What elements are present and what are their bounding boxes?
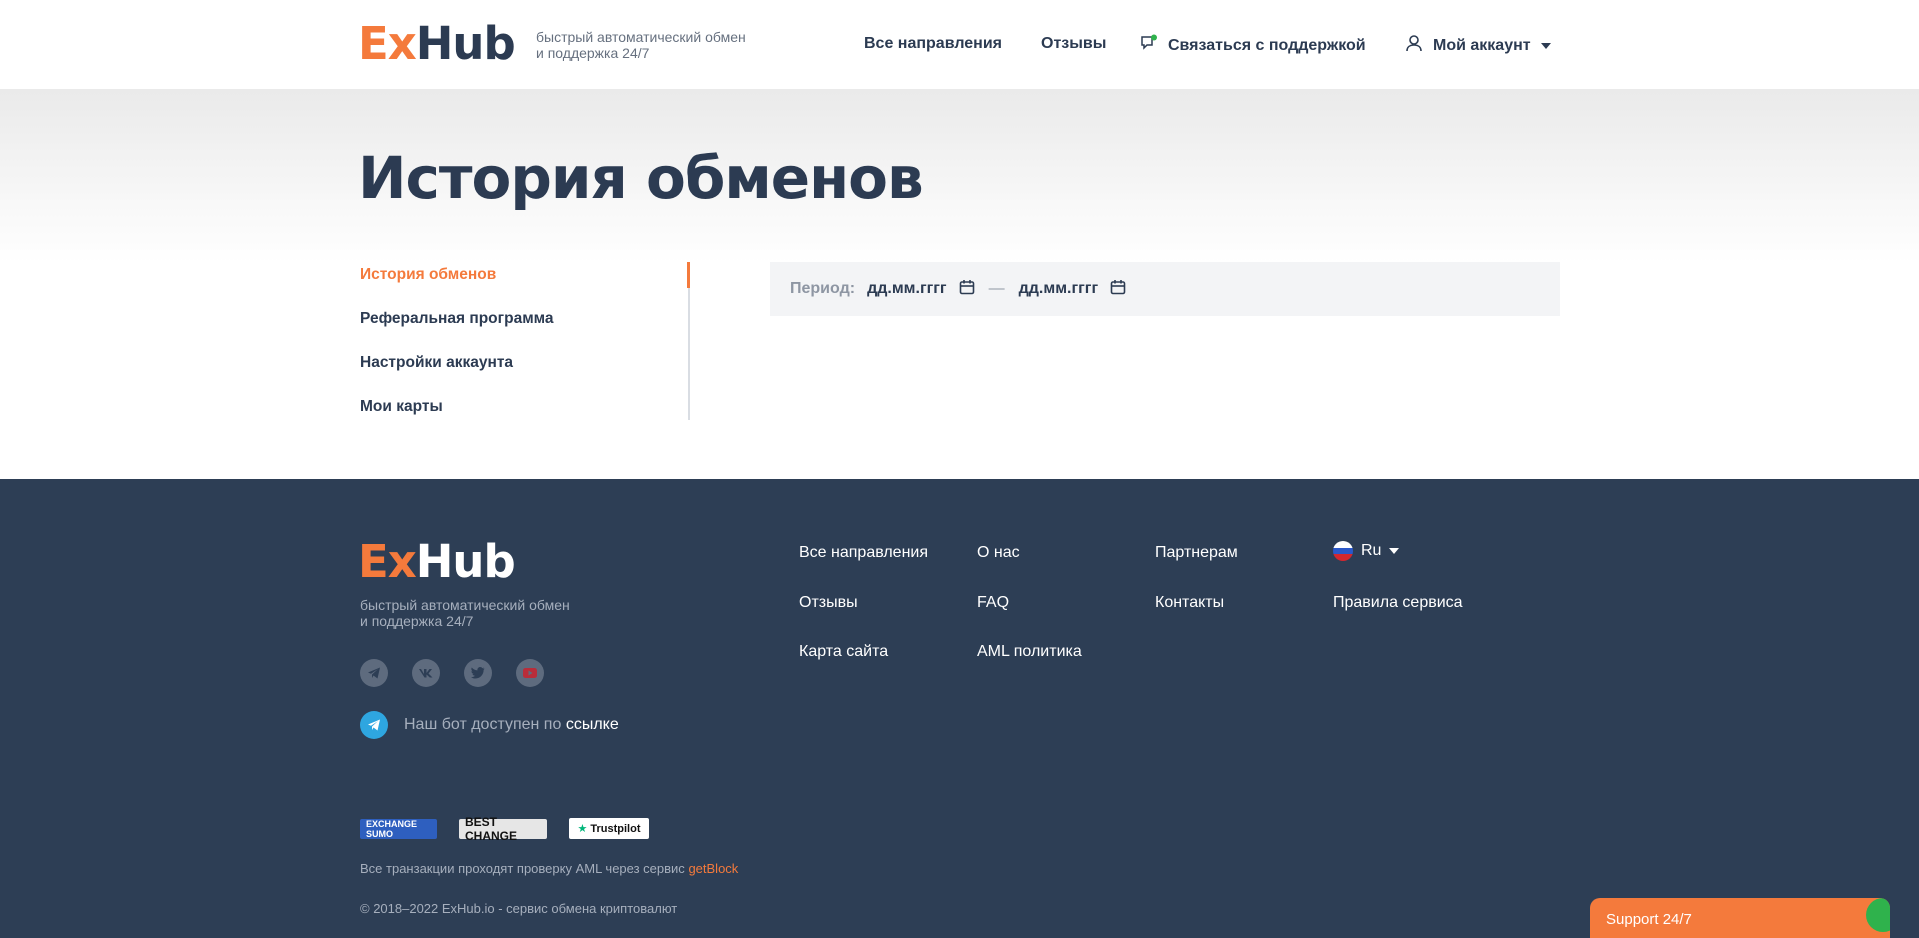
date-from-field[interactable]: дд.мм.гггг (867, 279, 975, 300)
online-status-indicator (1866, 898, 1890, 932)
youtube-icon[interactable] (516, 659, 544, 687)
nav-account-label: Мой аккаунт (1433, 37, 1531, 54)
nav-reviews[interactable]: Отзывы (1041, 34, 1106, 54)
chat-icon (1140, 34, 1158, 58)
side-menu: История обменов Реферальная программа На… (358, 262, 690, 420)
calendar-icon[interactable] (1110, 279, 1126, 300)
social-links (360, 659, 544, 687)
exchangesumo-badge[interactable]: EXCHANGE SUMO (360, 818, 437, 839)
active-indicator (687, 262, 690, 288)
footer-link-aml[interactable]: AML политика (977, 642, 1082, 662)
period-label: Период: (790, 280, 856, 297)
aml-notice: Все транзакции проходят проверку AML чер… (360, 861, 738, 876)
nav-account[interactable]: Мой аккаунт (1405, 34, 1551, 58)
calendar-icon[interactable] (959, 279, 975, 300)
twitter-icon[interactable] (464, 659, 492, 687)
support-chat-widget[interactable]: Support 24/7 (1590, 898, 1890, 938)
bot-text-label: Наш бот доступен по (404, 716, 562, 733)
header: ExHub быстрый автоматический обмен и под… (0, 0, 1919, 89)
side-item-referral[interactable]: Реферальная программа (360, 309, 554, 329)
nav-directions[interactable]: Все направления (864, 34, 1002, 54)
footer-link-contacts[interactable]: Контакты (1155, 593, 1224, 613)
language-label: Ru (1361, 542, 1382, 559)
aml-text: Все транзакции проходят проверку AML чер… (360, 861, 685, 876)
aml-link[interactable]: getBlock (688, 861, 738, 876)
trustpilot-badge[interactable]: ★ Trustpilot (569, 818, 649, 839)
bestchange-badge[interactable]: BEST CHANGE (459, 815, 547, 843)
tagline-line-2: и поддержка 24/7 (536, 45, 650, 61)
period-filter: Период: дд.мм.гггг — дд.мм.гггг (770, 262, 1560, 316)
logo-hub: Hub (415, 17, 516, 70)
page-title: История обменов (358, 144, 924, 212)
hero-background (0, 89, 1919, 263)
logo-hub: Hub (415, 535, 516, 588)
star-icon: ★ (577, 823, 588, 835)
footer-link-about[interactable]: О нас (977, 543, 1020, 563)
telegram-icon[interactable] (360, 659, 388, 687)
copyright: © 2018–2022 ExHub.io - сервис обмена кри… (360, 901, 678, 916)
nav-support[interactable]: Связаться с поддержкой (1140, 34, 1366, 58)
language-selector[interactable]: Ru (1333, 541, 1400, 561)
side-item-settings[interactable]: Настройки аккаунта (360, 353, 513, 373)
footer-tagline: быстрый автоматический обмен и поддержка… (360, 597, 600, 629)
user-icon (1405, 34, 1423, 58)
bot-link[interactable]: ссылке (566, 716, 619, 733)
footer-link-faq[interactable]: FAQ (977, 593, 1009, 613)
vk-icon[interactable] (412, 659, 440, 687)
header-tagline: быстрый автоматический обмен и поддержка… (536, 29, 776, 61)
date-to-field[interactable]: дд.мм.гггг (1019, 279, 1127, 300)
logo[interactable]: ExHub (358, 17, 516, 70)
logo-ex: Ex (358, 535, 417, 588)
chevron-down-icon (1540, 43, 1551, 49)
side-item-cards[interactable]: Мои карты (360, 397, 443, 417)
footer-link-reviews[interactable]: Отзывы (799, 593, 858, 613)
footer-link-directions[interactable]: Все направления (799, 543, 928, 563)
support-widget-label: Support 24/7 (1606, 911, 1692, 928)
chevron-down-icon (1389, 548, 1400, 554)
bot-notice: Наш бот доступен по ссылке (360, 711, 619, 739)
side-item-history[interactable]: История обменов (360, 265, 496, 285)
logo-ex: Ex (358, 17, 417, 70)
footer-link-partners[interactable]: Партнерам (1155, 543, 1238, 563)
date-from-placeholder: дд.мм.гггг (867, 280, 947, 297)
tagline-line-2: и поддержка 24/7 (360, 613, 474, 629)
trustpilot-label: Trustpilot (590, 822, 641, 835)
bot-text: Наш бот доступен по ссылке (404, 716, 619, 734)
russia-flag-icon (1333, 541, 1353, 561)
footer-logo[interactable]: ExHub (358, 535, 516, 588)
nav-support-label: Связаться с поддержкой (1168, 37, 1366, 54)
footer-link-sitemap[interactable]: Карта сайта (799, 642, 888, 662)
tagline-line-1: быстрый автоматический обмен (360, 597, 570, 613)
footer-link-rules[interactable]: Правила сервиса (1333, 593, 1463, 613)
date-to-placeholder: дд.мм.гггг (1018, 280, 1099, 297)
telegram-icon[interactable] (360, 711, 388, 739)
footer: ExHub быстрый автоматический обмен и под… (0, 479, 1919, 938)
tagline-line-1: быстрый автоматический обмен (536, 29, 746, 45)
period-separator: — (988, 280, 1005, 297)
partner-badges: EXCHANGE SUMO BEST CHANGE ★ Trustpilot (360, 815, 649, 843)
